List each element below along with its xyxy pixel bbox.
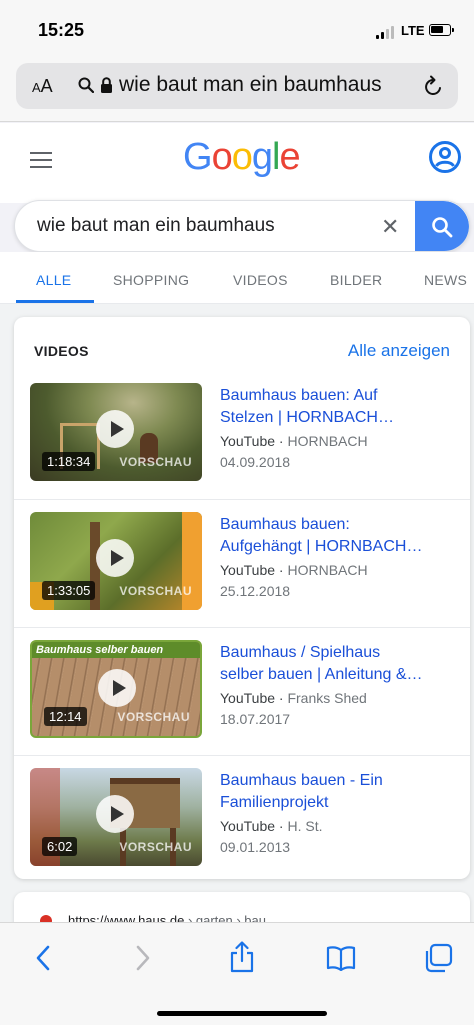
google-header: Google	[0, 123, 474, 203]
tab-alle[interactable]: ALLE	[36, 272, 71, 288]
search-input[interactable]: wie baut man ein baumhaus	[37, 215, 275, 237]
video-source: YouTube · HORNBACH	[220, 433, 368, 449]
video-title[interactable]: Baumhaus / Spielhaus selber bauen | Anlei…	[220, 642, 456, 686]
search-icon	[78, 77, 94, 93]
logo-letter: G	[183, 136, 213, 178]
logo-letter: e	[279, 136, 300, 178]
video-source: YouTube · H. St.	[220, 818, 323, 834]
play-icon	[96, 410, 134, 448]
network-label: LTE	[401, 23, 425, 38]
play-icon	[98, 669, 136, 707]
video-duration: 1:18:34	[42, 452, 96, 471]
video-result[interactable]: Baumhaus selber bauen 12:14 VORSCHAU Bau…	[14, 627, 470, 755]
preview-label: VORSCHAU	[119, 455, 192, 469]
video-duration: 12:14	[44, 707, 87, 726]
url-field[interactable]: AA wie baut man ein baumhaus	[16, 63, 458, 109]
tab-shopping[interactable]: SHOPPING	[113, 272, 189, 288]
safari-address-bar: AA wie baut man ein baumhaus	[0, 60, 474, 122]
video-result[interactable]: 1:33:05 VORSCHAU Baumhaus bauen: Aufgehän…	[14, 499, 470, 627]
video-result[interactable]: 6:02 VORSCHAU Baumhaus bauen - Ein Famili…	[14, 755, 470, 883]
reload-icon[interactable]	[424, 75, 444, 97]
video-duration: 1:33:05	[42, 581, 96, 600]
menu-icon[interactable]	[30, 152, 52, 173]
play-icon	[96, 795, 134, 833]
back-icon[interactable]	[33, 943, 53, 973]
video-date: 18.07.2017	[220, 711, 291, 727]
status-bar: 15:25 LTE	[0, 0, 474, 60]
videos-card: VIDEOS Alle anzeigen 1:18:34 VORSCHAU Ba…	[14, 317, 470, 879]
tab-videos[interactable]: VIDEOS	[233, 272, 288, 288]
signal-icon	[376, 26, 394, 39]
status-time: 15:25	[38, 20, 85, 40]
videos-heading: VIDEOS	[34, 343, 89, 359]
thumbnail-caption: Baumhaus selber bauen	[36, 644, 164, 656]
lock-icon	[101, 77, 112, 93]
video-title[interactable]: Baumhaus bauen: Aufgehängt | HORNBACH…	[220, 514, 456, 558]
video-thumbnail[interactable]: 1:33:05 VORSCHAU	[30, 512, 202, 610]
video-thumbnail[interactable]: 1:18:34 VORSCHAU	[30, 383, 202, 481]
logo-letter: g	[251, 136, 273, 178]
share-icon[interactable]	[229, 941, 255, 973]
search-icon	[432, 217, 453, 238]
video-title[interactable]: Baumhaus bauen: Auf Stelzen | HORNBACH…	[220, 385, 456, 429]
battery-icon	[429, 24, 454, 36]
preview-label: VORSCHAU	[119, 840, 192, 854]
forward-icon[interactable]	[133, 943, 153, 973]
bookmarks-icon[interactable]	[326, 945, 356, 971]
home-indicator[interactable]	[157, 1011, 327, 1016]
video-date: 09.01.2013	[220, 839, 291, 855]
logo-letter: o	[231, 136, 253, 178]
video-date: 25.12.2018	[220, 583, 291, 599]
video-date: 04.09.2018	[220, 454, 291, 470]
logo-letter: o	[211, 136, 233, 178]
video-thumbnail[interactable]: 6:02 VORSCHAU	[30, 768, 202, 866]
account-icon[interactable]	[428, 140, 462, 174]
url-text: wie baut man ein baumhaus	[119, 73, 382, 96]
active-tab-indicator	[16, 300, 94, 303]
search-tabs: ALLE SHOPPING VIDEOS BILDER NEWS	[0, 252, 474, 304]
video-thumbnail[interactable]: Baumhaus selber bauen 12:14 VORSCHAU	[30, 640, 202, 738]
tab-news[interactable]: NEWS	[424, 272, 467, 288]
search-button[interactable]	[415, 201, 469, 251]
reader-settings-button[interactable]: AA	[32, 76, 53, 97]
video-source: YouTube · HORNBACH	[220, 562, 368, 578]
preview-label: VORSCHAU	[117, 710, 190, 724]
see-all-link[interactable]: Alle anzeigen	[348, 341, 450, 361]
safari-toolbar	[0, 922, 474, 1025]
video-duration: 6:02	[42, 837, 78, 856]
video-source: YouTube · Franks Shed	[220, 690, 367, 706]
video-result[interactable]: 1:18:34 VORSCHAU Baumhaus bauen: Auf Stel…	[14, 371, 470, 499]
video-title[interactable]: Baumhaus bauen - Ein Familienprojekt	[220, 770, 456, 814]
clear-icon[interactable]: ✕	[381, 214, 399, 240]
tab-bilder[interactable]: BILDER	[330, 272, 382, 288]
tabs-icon[interactable]	[423, 943, 453, 973]
search-box[interactable]: wie baut man ein baumhaus ✕	[14, 200, 470, 252]
google-logo[interactable]: Google	[183, 136, 301, 179]
preview-label: VORSCHAU	[119, 584, 192, 598]
play-icon	[96, 539, 134, 577]
